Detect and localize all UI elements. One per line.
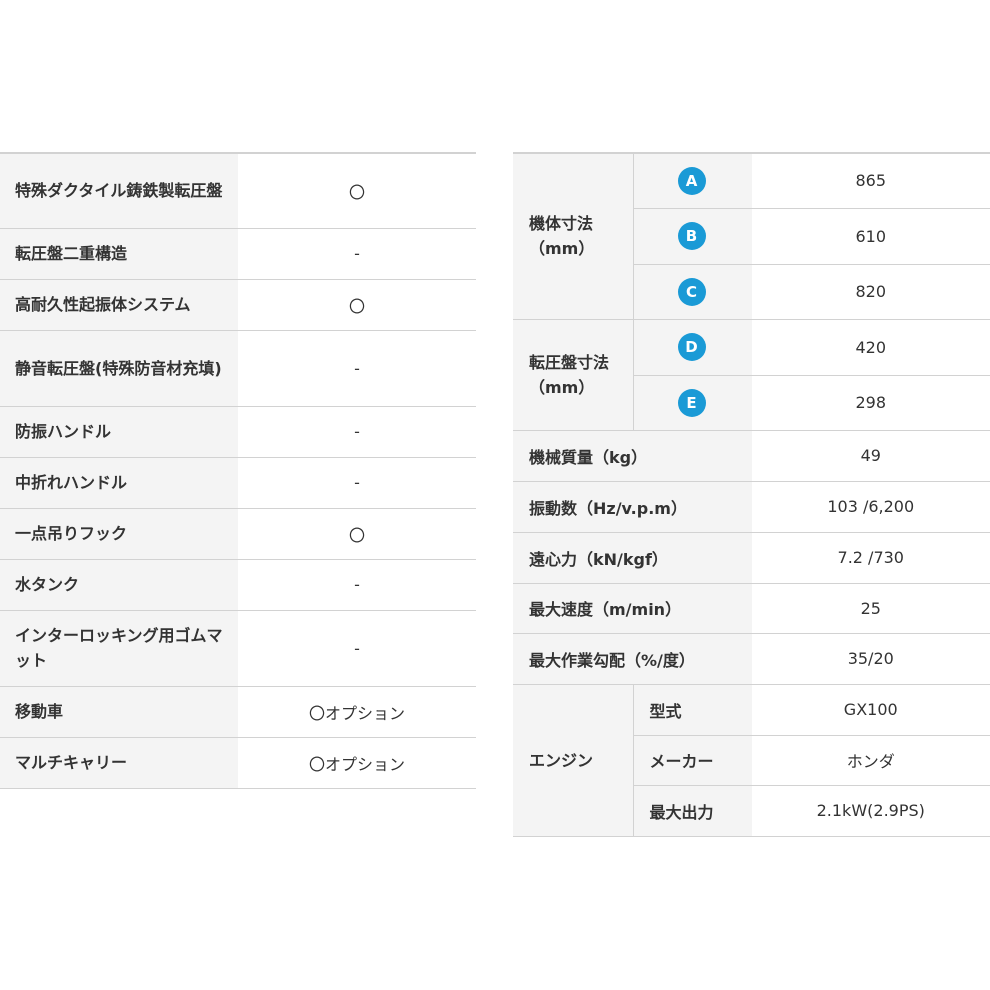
engine-value: GX100 bbox=[751, 684, 990, 736]
table-row: 静音転圧盤(特殊防音材充填) - bbox=[0, 330, 476, 407]
spec-label: 最大作業勾配（%/度） bbox=[513, 633, 752, 685]
table-row: 移動車 〇オプション bbox=[0, 686, 476, 738]
spec-value: 25 bbox=[751, 583, 990, 634]
spec-label: 振動数（Hz/v.p.m） bbox=[513, 481, 752, 533]
feature-label: 転圧盤二重構造 bbox=[0, 228, 238, 280]
feature-label: 水タンク bbox=[0, 559, 238, 611]
feature-value: - bbox=[238, 457, 476, 509]
feature-label: 高耐久性起振体システム bbox=[0, 279, 238, 331]
plate-value: 298 bbox=[751, 375, 990, 431]
feature-value: - bbox=[238, 406, 476, 458]
feature-label: 特殊ダクタイル鋳鉄製転圧盤 bbox=[0, 153, 238, 229]
table-row: マルチキャリー 〇オプション bbox=[0, 737, 476, 789]
feature-value: - bbox=[238, 228, 476, 280]
table-row: 振動数（Hz/v.p.m） 103 /6,200 bbox=[513, 481, 990, 533]
table-row: 中折れハンドル - bbox=[0, 457, 476, 509]
engine-value: 2.1kW(2.9PS) bbox=[751, 785, 990, 837]
table-row: エンジン 型式 GX100 bbox=[513, 684, 990, 837]
table-row: 最大速度（m/min） 25 bbox=[513, 583, 990, 634]
badge-a: A bbox=[677, 166, 706, 195]
plate-value: 420 bbox=[751, 319, 990, 376]
spec-value: 7.2 /730 bbox=[751, 532, 990, 584]
table-row: 特殊ダクタイル鋳鉄製転圧盤〇 bbox=[0, 153, 476, 229]
feature-label: 移動車 bbox=[0, 686, 238, 738]
table-row: 水タンク - bbox=[0, 559, 476, 611]
badge-e: E bbox=[677, 388, 706, 417]
feature-label: 中折れハンドル bbox=[0, 457, 238, 509]
feature-value: 〇オプション bbox=[238, 686, 476, 738]
table-row: 高耐久性起振体システム〇 bbox=[0, 279, 476, 331]
badge-c: C bbox=[677, 277, 706, 306]
specs-table: 機体寸法（mm） A 865 B 610 C 820 転圧盤寸法（mm） D 4… bbox=[513, 152, 990, 837]
feature-label: 一点吊りフック bbox=[0, 508, 238, 560]
feature-value: 〇 bbox=[238, 279, 476, 331]
feature-value: - bbox=[238, 559, 476, 611]
dimensions-group-label: 機体寸法（mm） bbox=[513, 153, 634, 320]
feature-value: - bbox=[238, 610, 476, 687]
spec-value: 103 /6,200 bbox=[751, 481, 990, 533]
badge-b: B bbox=[677, 222, 706, 250]
spec-value: 49 bbox=[751, 430, 990, 482]
feature-label: 静音転圧盤(特殊防音材充填) bbox=[0, 330, 238, 407]
engine-sub-label: 最大出力 bbox=[633, 785, 752, 837]
feature-label: 防振ハンドル bbox=[0, 406, 238, 458]
table-row: 転圧盤二重構造 - bbox=[0, 228, 476, 280]
table-row: 機体寸法（mm） A 865 bbox=[513, 153, 990, 320]
plate-group-label: 転圧盤寸法（mm） bbox=[513, 319, 634, 431]
table-row: 最大作業勾配（%/度） 35/20 bbox=[513, 633, 990, 685]
engine-value: ホンダ bbox=[751, 735, 990, 786]
badge-d: D bbox=[677, 333, 706, 361]
feature-value: - bbox=[238, 330, 476, 407]
spec-value: 35/20 bbox=[751, 633, 990, 685]
dimension-value: 865 bbox=[751, 153, 990, 209]
feature-value: 〇 bbox=[238, 153, 476, 229]
spec-label: 機械質量（kg） bbox=[513, 430, 752, 482]
table-row: 防振ハンドル - bbox=[0, 406, 476, 458]
table-row: インターロッキング用ゴムマット - bbox=[0, 610, 476, 687]
feature-value: 〇 bbox=[238, 508, 476, 560]
spec-label: 最大速度（m/min） bbox=[513, 583, 752, 634]
table-row: 一点吊りフック〇 bbox=[0, 508, 476, 560]
engine-sub-label: 型式 bbox=[633, 684, 752, 736]
feature-label: マルチキャリー bbox=[0, 737, 238, 789]
table-row: 転圧盤寸法（mm） D 420 bbox=[513, 319, 990, 431]
engine-group-label: エンジン bbox=[513, 684, 634, 837]
table-row: 機械質量（kg） 49 bbox=[513, 430, 990, 482]
spec-label: 遠心力（kN/kgf） bbox=[513, 532, 752, 584]
feature-value: 〇オプション bbox=[238, 737, 476, 789]
table-row: 遠心力（kN/kgf） 7.2 /730 bbox=[513, 532, 990, 584]
dimension-value: 820 bbox=[751, 264, 990, 320]
feature-label: インターロッキング用ゴムマット bbox=[0, 610, 238, 687]
features-table: 特殊ダクタイル鋳鉄製転圧盤〇 転圧盤二重構造 - 高耐久性起振体システム〇 静音転… bbox=[0, 152, 476, 789]
dimension-value: 610 bbox=[751, 208, 990, 265]
engine-sub-label: メーカー bbox=[633, 735, 752, 786]
